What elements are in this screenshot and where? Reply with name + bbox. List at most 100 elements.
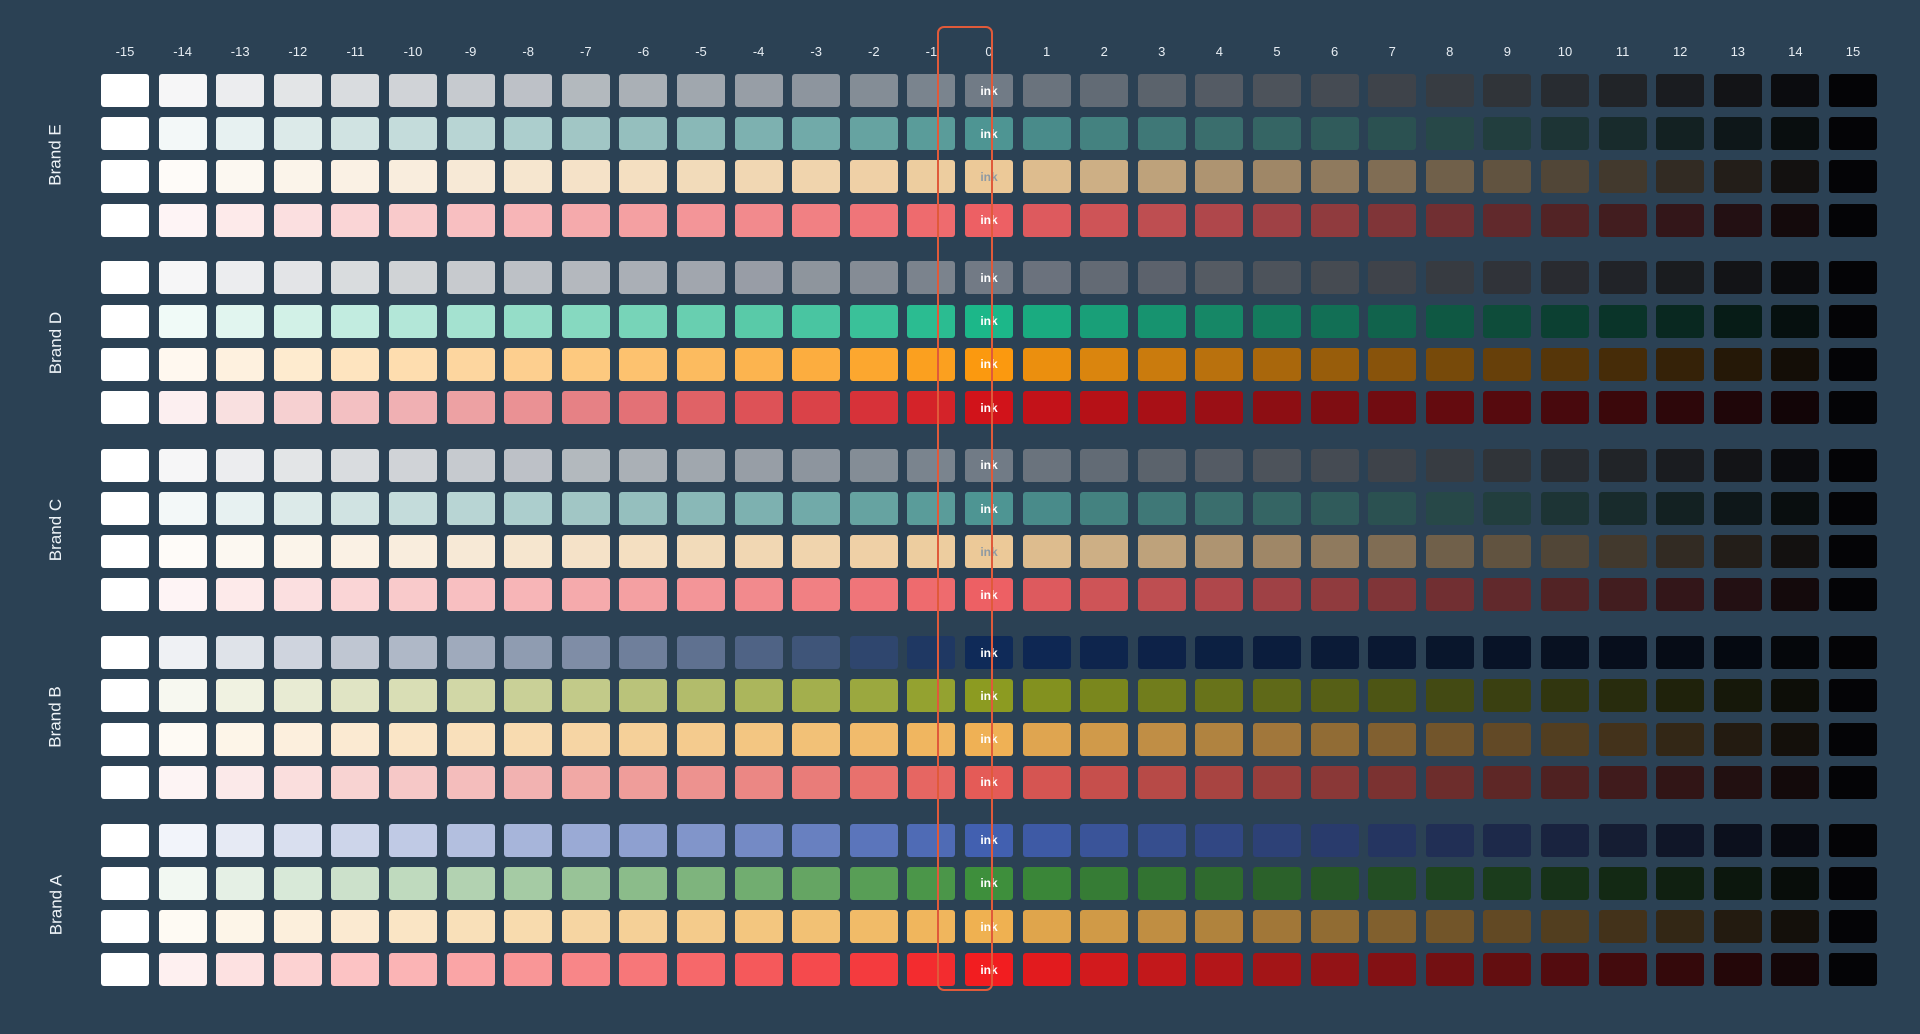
color-swatch[interactable] (1310, 117, 1359, 151)
color-swatch[interactable] (561, 765, 610, 799)
color-swatch[interactable] (619, 679, 668, 713)
color-swatch[interactable] (1829, 535, 1877, 569)
color-swatch[interactable] (1598, 910, 1647, 943)
color-swatch[interactable] (1368, 866, 1417, 900)
color-swatch[interactable] (446, 823, 495, 857)
color-swatch[interactable] (677, 823, 725, 857)
color-swatch[interactable] (331, 866, 380, 900)
color-swatch[interactable] (158, 304, 207, 338)
color-swatch[interactable] (1137, 866, 1186, 900)
color-swatch[interactable] (734, 823, 783, 857)
color-swatch[interactable] (1310, 910, 1359, 943)
color-swatch[interactable] (561, 953, 610, 987)
color-swatch[interactable] (849, 304, 898, 338)
color-swatch[interactable] (1483, 304, 1532, 338)
color-swatch[interactable] (1425, 304, 1474, 338)
color-swatch[interactable] (1425, 117, 1474, 151)
color-swatch[interactable] (331, 261, 380, 295)
color-swatch[interactable] (389, 160, 437, 194)
color-swatch[interactable] (619, 261, 668, 295)
color-swatch[interactable] (331, 160, 380, 194)
color-swatch[interactable] (216, 391, 265, 424)
color-swatch[interactable] (504, 391, 553, 424)
color-swatch[interactable] (907, 535, 956, 569)
color-swatch[interactable] (1425, 391, 1474, 424)
color-swatch[interactable] (216, 117, 265, 151)
color-swatch[interactable] (792, 535, 841, 569)
color-swatch[interactable] (561, 347, 610, 381)
color-swatch[interactable] (1368, 679, 1417, 713)
color-swatch[interactable] (1137, 722, 1186, 756)
color-swatch[interactable] (1310, 492, 1359, 525)
color-swatch[interactable] (1310, 391, 1359, 424)
color-swatch[interactable] (1771, 953, 1820, 987)
color-swatch[interactable] (101, 953, 149, 987)
color-swatch[interactable] (1137, 160, 1186, 194)
color-swatch[interactable] (504, 117, 553, 151)
color-swatch[interactable] (1713, 722, 1762, 756)
color-swatch[interactable] (1541, 823, 1589, 857)
color-swatch[interactable] (619, 535, 668, 569)
color-swatch[interactable] (849, 679, 898, 713)
color-swatch[interactable] (101, 679, 149, 713)
color-swatch[interactable] (1483, 160, 1532, 194)
color-swatch[interactable] (619, 74, 668, 107)
color-swatch[interactable] (849, 722, 898, 756)
color-swatch[interactable] (1656, 304, 1705, 338)
color-swatch[interactable] (734, 160, 783, 194)
color-swatch[interactable] (619, 160, 668, 194)
color-swatch[interactable] (1080, 347, 1129, 381)
color-swatch[interactable] (158, 636, 207, 670)
color-swatch[interactable] (1368, 203, 1417, 237)
color-swatch[interactable] (101, 391, 149, 424)
color-swatch[interactable] (1022, 722, 1071, 756)
color-swatch[interactable] (1656, 347, 1705, 381)
color-swatch[interactable] (561, 74, 610, 107)
color-swatch[interactable] (101, 722, 149, 756)
color-swatch[interactable] (619, 117, 668, 151)
color-swatch[interactable] (849, 578, 898, 612)
color-swatch[interactable] (1656, 679, 1705, 713)
color-swatch[interactable] (561, 203, 610, 237)
color-swatch[interactable] (561, 492, 610, 525)
color-swatch[interactable] (1771, 636, 1820, 670)
color-swatch[interactable] (907, 765, 956, 799)
color-swatch[interactable] (1713, 910, 1762, 943)
color-swatch[interactable] (1253, 347, 1301, 381)
color-swatch[interactable] (677, 347, 725, 381)
color-swatch[interactable] (1483, 347, 1532, 381)
color-swatch[interactable] (1598, 953, 1647, 987)
color-swatch[interactable] (446, 492, 495, 525)
color-swatch[interactable] (619, 448, 668, 482)
color-swatch[interactable] (734, 492, 783, 525)
color-swatch[interactable] (446, 535, 495, 569)
color-swatch[interactable] (1080, 304, 1129, 338)
color-swatch[interactable] (792, 347, 841, 381)
color-swatch[interactable] (1425, 535, 1474, 569)
color-swatch[interactable] (1022, 261, 1071, 295)
color-swatch[interactable] (1137, 492, 1186, 525)
color-swatch[interactable] (1713, 261, 1762, 295)
color-swatch[interactable] (619, 203, 668, 237)
color-swatch[interactable] (1541, 953, 1589, 987)
color-swatch[interactable] (389, 347, 437, 381)
color-swatch[interactable] (561, 823, 610, 857)
color-swatch[interactable] (1080, 910, 1129, 943)
color-swatch[interactable] (389, 866, 437, 900)
color-swatch[interactable] (1022, 391, 1071, 424)
base-swatch[interactable]: ink (965, 492, 1013, 525)
color-swatch[interactable] (561, 261, 610, 295)
color-swatch[interactable] (1483, 722, 1532, 756)
color-swatch[interactable] (1483, 535, 1532, 569)
color-swatch[interactable] (849, 261, 898, 295)
color-swatch[interactable] (273, 722, 322, 756)
color-swatch[interactable] (1713, 535, 1762, 569)
color-swatch[interactable] (1656, 391, 1705, 424)
color-swatch[interactable] (1022, 765, 1071, 799)
color-swatch[interactable] (1022, 679, 1071, 713)
color-swatch[interactable] (1656, 117, 1705, 151)
color-swatch[interactable] (1137, 578, 1186, 612)
color-swatch[interactable] (1598, 492, 1647, 525)
color-swatch[interactable] (907, 722, 956, 756)
base-swatch[interactable]: ink (965, 304, 1013, 338)
